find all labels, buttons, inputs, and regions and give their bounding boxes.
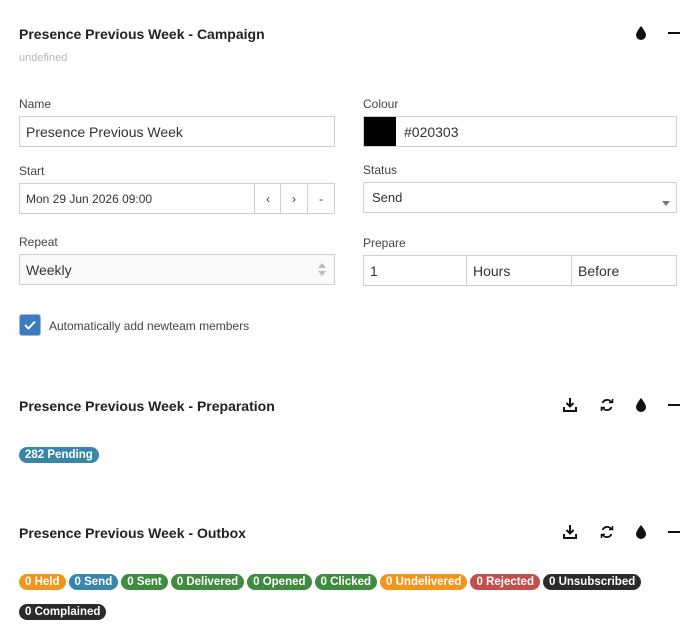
name-label: Name [19,97,52,111]
status-badge: 0 Undelivered [380,574,468,590]
start-value: Mon 29 Jun 2026 09:00 [26,191,153,206]
refresh-icon[interactable] [598,523,616,541]
start-next-button[interactable]: › [280,184,307,213]
colour-value: #020303 [404,123,459,140]
status-badge: 0 Opened [247,574,312,590]
colour-input[interactable]: #020303 [363,116,677,147]
auto-add-checkbox[interactable] [19,314,41,336]
outbox-badges-row1: 0 Held 0 Send 0 Sent 0 Delivered 0 Opened 0 C… [19,572,644,590]
status-badge: 0 Sent [121,574,168,590]
drop-icon[interactable] [632,24,650,42]
status-badge: 0 Rejected [470,574,540,590]
colour-label: Colour [363,97,399,111]
updown-icon [318,263,326,279]
status-badge: 0 Clicked [314,574,378,590]
prepare-amount-input[interactable]: 1 [363,255,467,286]
prepare-unit-select[interactable]: Hours [466,255,572,286]
status-badge: 0 Unsubscribed [542,574,642,590]
chevron-down-icon [662,195,670,210]
collapse-icon[interactable] [665,396,683,414]
preparation-title: Presence Previous Week - Preparation [19,398,275,414]
start-datetime-field[interactable]: Mon 29 Jun 2026 09:00 ‹ › - [19,183,335,214]
refresh-icon[interactable] [598,396,616,414]
name-input[interactable]: Presence Previous Week [19,116,335,147]
start-clear-button[interactable]: - [307,184,334,213]
status-select[interactable]: Send [363,182,677,213]
drop-icon[interactable] [632,396,650,414]
repeat-label: Repeat [19,235,58,249]
status-badge: 0 Held [19,574,66,590]
download-icon[interactable] [561,396,579,414]
status-badge: 0 Complained [19,604,107,620]
colour-swatch[interactable] [364,117,396,146]
status-label: Status [363,163,398,177]
outbox-badges-row2: 0 Complained [19,602,109,620]
prepare-when-select[interactable]: Before [571,255,677,286]
campaign-subtitle: undefined [19,52,68,64]
drop-icon[interactable] [632,523,650,541]
check-icon [24,320,36,330]
name-value: Presence Previous Week [26,123,183,140]
start-label: Start [19,164,45,178]
status-badge: 0 Send [68,574,119,590]
prepare-when-value: Before [578,262,620,279]
collapse-icon[interactable] [665,523,683,541]
status-badge: 282 Pending [19,447,99,463]
prepare-label: Prepare [363,236,406,250]
status-value: Send [372,190,403,205]
repeat-value: Weekly [26,261,72,278]
start-prev-button[interactable]: ‹ [254,184,281,213]
auto-add-label: Automatically add newteam members [49,319,250,333]
collapse-icon[interactable] [665,24,683,42]
preparation-badges: 282 Pending [19,445,102,463]
outbox-title: Presence Previous Week - Outbox [19,525,246,541]
repeat-select[interactable]: Weekly [19,254,335,285]
campaign-title: Presence Previous Week - Campaign [19,26,265,42]
prepare-amount-value: 1 [370,262,378,279]
prepare-unit-value: Hours [473,262,511,279]
status-badge: 0 Delivered [170,574,245,590]
download-icon[interactable] [561,523,579,541]
